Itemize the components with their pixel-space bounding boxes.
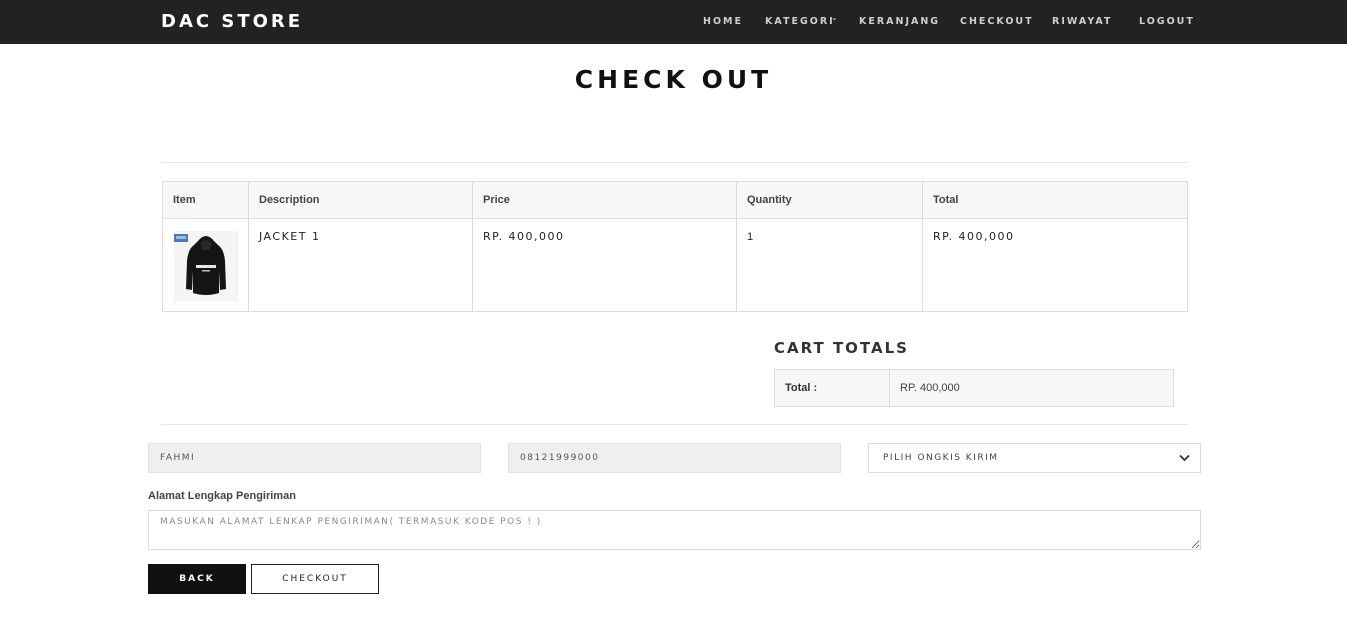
nav-logout[interactable]: LOGOUT [1139,16,1195,28]
nav-checkout[interactable]: CHECKOUT [960,16,1034,28]
cart-totals-title: CART TOTALS [774,339,909,357]
name-field[interactable] [148,443,481,473]
chevron-down-icon[interactable]: ⌄ [831,13,838,23]
nav-riwayat[interactable]: RIWAYAT [1052,16,1112,28]
cell-description: JACKET 1 [248,218,473,312]
top-navbar: DAC STORE HOME KATEGORI ⌄ KERANJANG CHEC… [0,0,1347,44]
header-quantity: Quantity [736,181,923,219]
chevron-down-icon [1179,444,1190,472]
totals-row: Total : RP. 400,000 [774,369,1174,407]
table-row: JACKET 1 RP. 400,000 1 RP. 400,000 [162,218,1188,312]
brand-logo[interactable]: DAC STORE [161,11,303,33]
phone-field[interactable] [508,443,841,473]
cell-quantity: 1 [736,218,923,312]
cell-total: RP. 400,000 [922,218,1188,312]
address-label: Alamat Lengkap Pengiriman [148,490,296,502]
page-title: CHECK OUT [574,65,773,94]
totals-value: RP. 400,000 [889,369,1174,407]
nav-keranjang[interactable]: KERANJANG [859,16,940,28]
checkout-button[interactable]: CHECKOUT [251,564,379,594]
back-button[interactable]: BACK [148,564,246,594]
totals-label: Total : [774,369,890,407]
product-image[interactable] [174,231,238,302]
header-price: Price [472,181,737,219]
divider [161,424,1188,425]
nav-home[interactable]: HOME [703,16,743,28]
divider [161,162,1188,163]
hoodie-icon [174,234,226,295]
nav-kategori[interactable]: KATEGORI [765,16,835,28]
cart-totals-table: Total : RP. 400,000 [774,369,1174,407]
header-total: Total [922,181,1188,219]
address-textarea[interactable] [148,510,1201,550]
cell-price: RP. 400,000 [472,218,737,312]
cell-item [162,218,249,312]
shipping-select-value: PILIH ONGKIS KIRIM [883,453,999,463]
table-header-row: Item Description Price Quantity Total [162,181,1188,219]
header-description: Description [248,181,473,219]
cart-table: Item Description Price Quantity Total JA… [162,181,1188,312]
shipping-select[interactable]: PILIH ONGKIS KIRIM [868,443,1201,473]
header-item: Item [162,181,249,219]
